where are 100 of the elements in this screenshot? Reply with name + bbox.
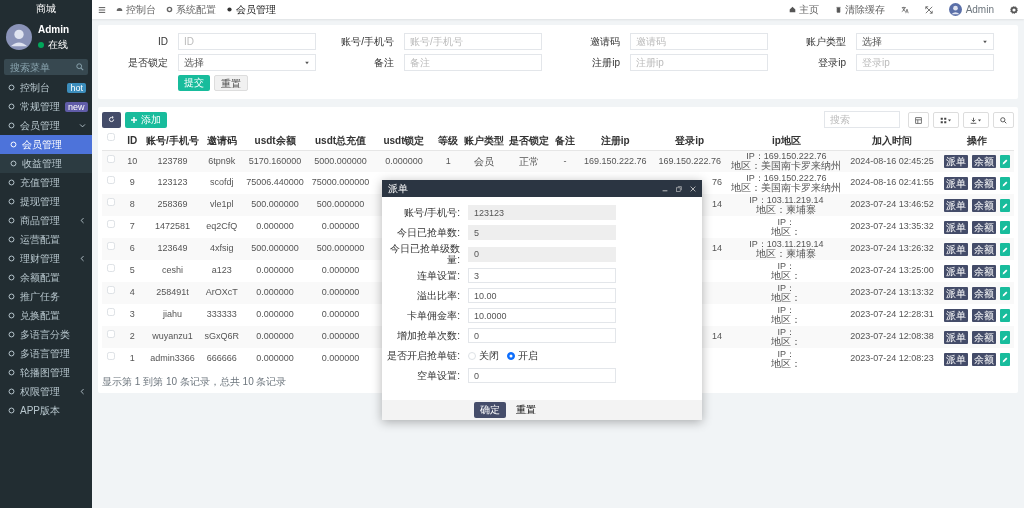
input-field[interactable]: 0 xyxy=(468,368,616,383)
view-toggle-button[interactable] xyxy=(908,111,929,128)
avatar-icon[interactable] xyxy=(948,3,962,16)
edit-button[interactable] xyxy=(999,308,1010,322)
refresh-button[interactable] xyxy=(102,111,121,128)
input-field[interactable]: 10.0000 xyxy=(468,308,616,323)
checkbox[interactable] xyxy=(107,330,116,339)
sidebar-item[interactable]: APP版本 xyxy=(0,401,92,420)
sidebar-item[interactable]: 轮播图管理 xyxy=(0,363,92,382)
input-field[interactable]: 注册ip xyxy=(630,54,768,71)
confirm-button[interactable]: 确定 xyxy=(474,402,506,418)
translate-icon[interactable] xyxy=(900,5,909,14)
sidebar-item[interactable]: 会员管理 xyxy=(0,116,92,135)
edit-button[interactable] xyxy=(999,242,1010,256)
edit-button[interactable] xyxy=(999,330,1010,344)
balance-button[interactable]: 余额 xyxy=(971,220,996,234)
columns-button[interactable] xyxy=(933,111,959,128)
dispatch-button[interactable]: 派单 xyxy=(943,264,968,278)
balance-button[interactable]: 余额 xyxy=(971,352,996,366)
edit-button[interactable] xyxy=(999,352,1010,366)
balance-button[interactable]: 余额 xyxy=(971,330,996,344)
input-field[interactable]: 10.00 xyxy=(468,288,616,303)
dispatch-button[interactable]: 派单 xyxy=(943,198,968,212)
checkbox[interactable] xyxy=(107,352,116,361)
nav-tab[interactable]: 系统配置 xyxy=(166,2,216,17)
nav-tab[interactable]: 控制台 xyxy=(116,2,156,17)
dispatch-button[interactable]: 派单 xyxy=(943,286,968,300)
option-label[interactable]: 关闭 xyxy=(479,348,499,363)
dispatch-button[interactable]: 派单 xyxy=(943,352,968,366)
dispatch-button[interactable]: 派单 xyxy=(943,220,968,234)
checkbox[interactable] xyxy=(107,264,116,273)
edit-button[interactable] xyxy=(999,154,1010,168)
input-field[interactable]: 3 xyxy=(468,268,616,283)
select-field[interactable]: 选择 xyxy=(856,33,994,50)
sidebar-item[interactable]: 推广任务 xyxy=(0,287,92,306)
checkbox[interactable] xyxy=(107,198,116,207)
input-field[interactable]: 5 xyxy=(468,225,616,240)
nav-tab[interactable]: 会员管理 xyxy=(226,2,276,17)
edit-button[interactable] xyxy=(999,286,1010,300)
dispatch-button[interactable]: 派单 xyxy=(943,176,968,190)
search-button[interactable] xyxy=(993,111,1014,128)
input-field[interactable]: ID xyxy=(178,33,316,50)
sidebar-item[interactable]: 运营配置 xyxy=(0,230,92,249)
fullscreen-icon[interactable] xyxy=(924,5,933,14)
dispatch-button[interactable]: 派单 xyxy=(943,242,968,256)
balance-button[interactable]: 余额 xyxy=(971,154,996,168)
sidebar-item[interactable]: 兑换配置 xyxy=(0,306,92,325)
checkbox[interactable] xyxy=(107,176,116,185)
nav-link[interactable]: 清除缓存 xyxy=(834,2,885,17)
checkbox[interactable] xyxy=(107,154,116,163)
reset-button[interactable]: 重置 xyxy=(214,75,248,91)
balance-button[interactable]: 余额 xyxy=(971,198,996,212)
checkbox[interactable] xyxy=(107,242,116,251)
balance-button[interactable]: 余额 xyxy=(971,176,996,190)
balance-button[interactable]: 余额 xyxy=(971,242,996,256)
sidebar-item[interactable]: 常规管理 new xyxy=(0,97,92,116)
dispatch-button[interactable]: 派单 xyxy=(943,154,968,168)
edit-button[interactable] xyxy=(999,220,1010,234)
sidebar-item[interactable]: 多语言分类 xyxy=(0,325,92,344)
sidebar-item[interactable]: 理财管理 xyxy=(0,249,92,268)
edit-button[interactable] xyxy=(999,176,1010,190)
nav-link[interactable]: 主页 xyxy=(788,2,819,17)
sidebar-subitem[interactable]: 会员管理 xyxy=(0,135,92,154)
edit-button[interactable] xyxy=(999,264,1010,278)
sidebar-item[interactable]: 商品管理 xyxy=(0,211,92,230)
edit-button[interactable] xyxy=(999,198,1010,212)
input-field[interactable]: 备注 xyxy=(404,54,542,71)
sidebar-item[interactable]: 余额配置 xyxy=(0,268,92,287)
select-field[interactable]: 选择 xyxy=(178,54,316,71)
checkbox[interactable] xyxy=(107,133,116,142)
close-icon[interactable] xyxy=(690,185,696,192)
dispatch-button[interactable]: 派单 xyxy=(943,308,968,322)
user-name[interactable]: Admin xyxy=(965,2,994,17)
input-field[interactable]: 0 xyxy=(468,246,616,262)
search-field[interactable]: 搜索 xyxy=(824,111,900,128)
sidebar-item[interactable]: 多语言管理 xyxy=(0,344,92,363)
sidebar-item[interactable]: 提现管理 xyxy=(0,192,92,211)
balance-button[interactable]: 余额 xyxy=(971,264,996,278)
sidebar-item[interactable]: 控制台 hot xyxy=(0,78,92,97)
checkbox[interactable] xyxy=(107,308,116,317)
input-field[interactable]: 0 xyxy=(468,328,616,343)
menu-icon[interactable] xyxy=(98,5,106,14)
balance-button[interactable]: 余额 xyxy=(971,308,996,322)
sidebar-item[interactable]: 权限管理 xyxy=(0,382,92,401)
sidebar-item[interactable]: 充值管理 xyxy=(0,173,92,192)
table-cell: 14 xyxy=(712,199,722,210)
menu-search-field[interactable]: 搜索菜单 xyxy=(4,59,88,75)
input-field[interactable]: 邀请码 xyxy=(630,33,768,50)
input-field[interactable]: 账号/手机号 xyxy=(404,33,542,50)
balance-button[interactable]: 余额 xyxy=(971,286,996,300)
checkbox[interactable] xyxy=(107,286,116,295)
reset-button[interactable]: 重置 xyxy=(510,402,542,418)
radio-button[interactable] xyxy=(507,351,515,360)
option-label[interactable]: 开启 xyxy=(518,348,538,363)
restore-icon[interactable] xyxy=(676,185,682,192)
dispatch-button[interactable]: 派单 xyxy=(943,330,968,344)
checkbox[interactable] xyxy=(107,220,116,229)
input-field[interactable]: 123123 xyxy=(468,205,616,220)
sidebar-subitem[interactable]: 收益管理 xyxy=(0,154,92,173)
export-button[interactable] xyxy=(963,111,989,128)
